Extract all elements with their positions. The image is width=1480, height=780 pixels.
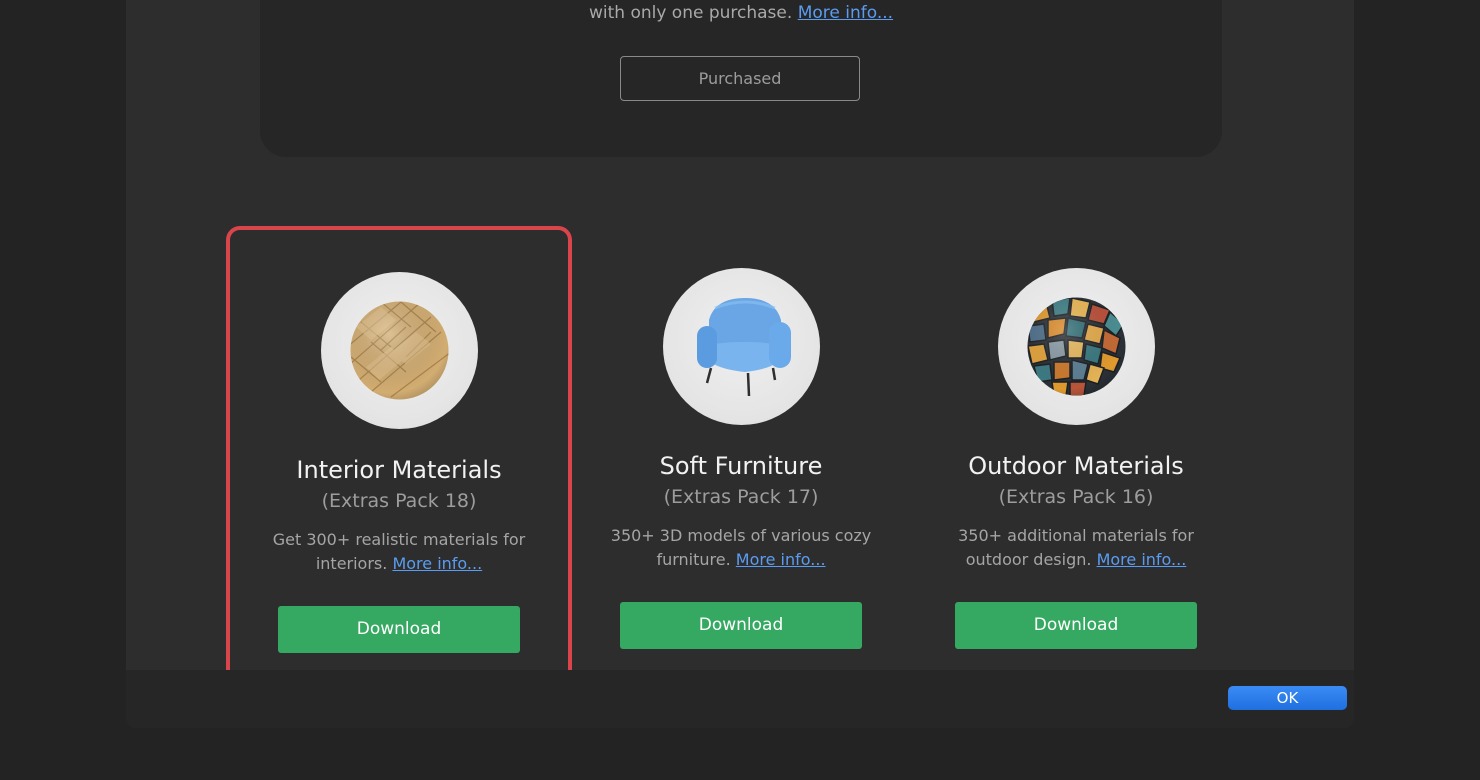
pack-description-line1: Get 300+ realistic materials for [272,530,526,549]
pack-description: 350+ additional materials for outdoor de… [923,524,1229,572]
pack-description-line2: outdoor design. [965,550,1092,569]
pack-more-info-link[interactable]: More info... [736,550,826,569]
pack-description-line2: interiors. [315,554,388,573]
download-button[interactable]: Download [278,606,520,653]
pack-subtitle: (Extras Pack 18) [321,490,477,512]
purchased-button[interactable]: Purchased [620,56,860,101]
pack-card-interior-materials: Interior Materials (Extras Pack 18) Get … [226,226,572,700]
pack-card-soft-furniture: Soft Furniture (Extras Pack 17) 350+ 3D … [568,226,914,700]
pack-description: 350+ 3D models of various cozy furniture… [588,524,894,572]
wood-herringbone-sphere-icon [320,272,478,429]
pack-description-line1: 350+ additional materials for [958,526,1194,545]
pack-more-info-link[interactable]: More info... [1097,550,1187,569]
pack-subtitle: (Extras Pack 16) [998,486,1154,508]
armchair-icon [662,268,820,425]
dialog-footer: OK [126,670,1354,728]
download-button[interactable]: Download [620,602,862,649]
ok-button[interactable]: OK [1228,686,1347,710]
purchased-pack-text: with only one purchase. [588,3,793,23]
purchased-pack-card: with only one purchase. More info... Pur… [260,0,1222,157]
pack-title: Interior Materials [296,456,502,484]
pack-card-outdoor-materials: Outdoor Materials (Extras Pack 16) 350+ … [903,226,1249,700]
pack-description-line2: furniture. [656,550,731,569]
purchased-pack-more-info-link[interactable]: More info... [798,3,893,23]
download-button[interactable]: Download [955,602,1197,649]
extras-dialog: with only one purchase. More info... Pur… [126,0,1354,728]
pack-title: Outdoor Materials [968,452,1184,480]
pack-subtitle: (Extras Pack 17) [663,486,819,508]
pack-description-line1: 350+ 3D models of various cozy [610,526,872,545]
mosaic-tile-sphere-icon [997,268,1155,425]
pack-description: Get 300+ realistic materials for interio… [250,528,548,576]
purchased-pack-description: with only one purchase. More info... [260,2,1222,24]
pack-title: Soft Furniture [659,452,823,480]
pack-more-info-link[interactable]: More info... [392,554,482,573]
